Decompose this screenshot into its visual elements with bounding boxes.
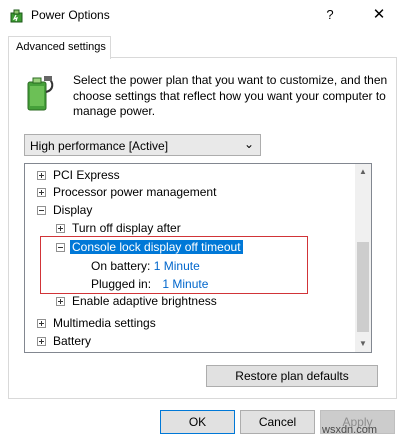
tree-item-label: PCI Express <box>53 168 120 182</box>
window-title: Power Options <box>31 8 110 22</box>
tree-item-turn-off-display[interactable]: Turn off display after <box>56 219 181 237</box>
power-options-icon <box>10 9 23 23</box>
expand-icon[interactable] <box>37 337 46 346</box>
ok-button[interactable]: OK <box>160 410 235 434</box>
power-plan-dropdown[interactable]: High performance [Active] ⌄ <box>24 134 261 156</box>
tree-item-processor-power[interactable]: Processor power management <box>37 183 216 201</box>
tab-label: Advanced settings <box>16 41 106 53</box>
chevron-down-icon: ⌄ <box>243 137 254 151</box>
tree-item-label: Multimedia settings <box>53 316 156 330</box>
scroll-up-icon[interactable]: ▲ <box>355 164 371 180</box>
tree-item-adaptive-brightness[interactable]: Enable adaptive brightness <box>56 292 217 310</box>
description-text: Select the power plan that you want to c… <box>73 73 388 118</box>
scroll-down-icon[interactable]: ▼ <box>355 336 371 352</box>
tree-item-label: Battery <box>53 334 92 348</box>
tree-item-label: Processor power management <box>53 185 217 199</box>
tree-scrollbar[interactable]: ▲ ▼ <box>355 164 371 352</box>
tree-item-battery[interactable]: Battery <box>37 332 91 350</box>
battery-plug-icon <box>27 76 54 111</box>
tree-item-pci-express[interactable]: PCI Express <box>37 166 120 184</box>
expand-icon[interactable] <box>56 297 65 306</box>
expand-icon[interactable] <box>37 171 46 180</box>
help-button[interactable]: ? <box>318 4 342 26</box>
tree-item-multimedia[interactable]: Multimedia settings <box>37 314 156 332</box>
title-bar: Power Options ? ✕ <box>0 0 404 31</box>
expand-icon[interactable] <box>56 224 65 233</box>
power-plan-value: High performance [Active] <box>30 139 169 153</box>
tab-advanced-settings[interactable]: Advanced settings <box>8 36 111 59</box>
expand-icon[interactable] <box>37 319 46 328</box>
tree-item-display[interactable]: Display <box>37 201 92 219</box>
expand-icon[interactable] <box>37 188 46 197</box>
tree-item-label: Display <box>53 203 93 217</box>
tree-item-label: Turn off display after <box>72 221 181 235</box>
highlight-box <box>40 236 308 294</box>
close-button[interactable]: ✕ <box>366 4 392 26</box>
scroll-thumb[interactable] <box>357 242 369 332</box>
watermark: wsxdn.com <box>322 424 378 436</box>
collapse-icon[interactable] <box>37 206 46 215</box>
restore-plan-defaults-button[interactable]: Restore plan defaults <box>206 365 378 387</box>
tree-item-label: Enable adaptive brightness <box>72 294 217 308</box>
cancel-button[interactable]: Cancel <box>240 410 315 434</box>
